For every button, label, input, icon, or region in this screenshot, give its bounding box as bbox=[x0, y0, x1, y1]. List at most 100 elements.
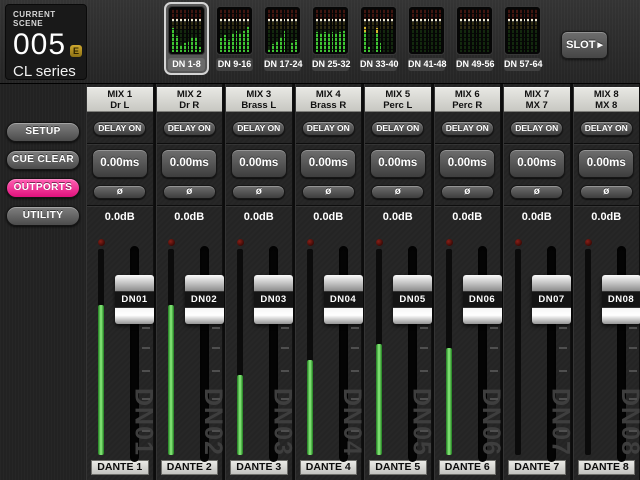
meter-bridge-tab[interactable]: DN 1-8 bbox=[164, 2, 209, 75]
meter-bridge-tab[interactable]: DN 33-40 bbox=[356, 2, 401, 75]
meter-bar bbox=[416, 9, 418, 52]
delay-on-button[interactable]: DELAY ON bbox=[510, 121, 563, 136]
slot-button-label: SLOT bbox=[566, 39, 595, 51]
tab-meter-block bbox=[504, 6, 541, 55]
fader-cap[interactable]: DN06 bbox=[463, 275, 502, 324]
meter-bridge-tab[interactable]: DN 25-32 bbox=[308, 2, 353, 75]
meter-bar bbox=[508, 9, 510, 52]
phase-button[interactable]: ø bbox=[302, 185, 355, 199]
meter-bridge-tab[interactable]: DN 9-16 bbox=[212, 2, 257, 75]
tab-meter-block bbox=[456, 6, 493, 55]
meter-bridge-tab[interactable]: DN 49-56 bbox=[452, 2, 497, 75]
peak-led-icon bbox=[515, 239, 522, 246]
tab-meter-block bbox=[360, 6, 397, 55]
fader-scale-tick bbox=[490, 398, 498, 400]
fader-cap-bottom bbox=[393, 307, 432, 324]
channel-header[interactable]: MIX 3 Brass L bbox=[226, 87, 292, 112]
channel-header[interactable]: MIX 5 Perc L bbox=[365, 87, 431, 112]
meter-bar bbox=[431, 9, 433, 52]
meter-bridge-tab[interactable]: DN 41-48 bbox=[404, 2, 449, 75]
meter-bar bbox=[335, 9, 337, 52]
fader-scale-tick bbox=[281, 370, 289, 372]
fader-level-value: 0.0dB bbox=[87, 211, 153, 224]
fader-scale-tick bbox=[420, 398, 428, 400]
sidebar-button-setup[interactable]: SETUP bbox=[6, 122, 80, 142]
channel-header[interactable]: MIX 6 Perc R bbox=[435, 87, 501, 112]
phase-button[interactable]: ø bbox=[510, 185, 563, 199]
delay-time-button[interactable]: 0.00ms bbox=[439, 149, 495, 178]
fader-scale-tick bbox=[420, 347, 428, 349]
delay-time-button[interactable]: 0.00ms bbox=[370, 149, 426, 178]
current-scene-panel[interactable]: CURRENT SCENE 005 E CL series bbox=[5, 4, 87, 80]
channel-mix-label: MIX 3 bbox=[226, 90, 292, 100]
delay-on-button[interactable]: DELAY ON bbox=[580, 121, 633, 136]
meter-bar bbox=[383, 9, 385, 52]
tab-label: DN 41-48 bbox=[408, 58, 445, 71]
tab-label: DN 1-8 bbox=[168, 58, 205, 71]
meter-bar bbox=[280, 9, 282, 52]
fader-scale-tick bbox=[351, 327, 359, 329]
meter-bar bbox=[368, 9, 370, 52]
delay-on-button[interactable]: DELAY ON bbox=[302, 121, 355, 136]
phase-button[interactable]: ø bbox=[580, 185, 633, 199]
delay-time-button[interactable]: 0.00ms bbox=[300, 149, 356, 178]
meter-bar bbox=[184, 9, 186, 52]
sidebar-button-cue-clear[interactable]: CUE CLEAR bbox=[6, 150, 80, 170]
meter-bridge-tab[interactable]: DN 57-64 bbox=[500, 2, 545, 75]
phase-button[interactable]: ø bbox=[93, 185, 146, 199]
channel-header[interactable]: MIX 4 Brass R bbox=[296, 87, 362, 112]
delay-on-button[interactable]: DELAY ON bbox=[441, 121, 494, 136]
sidebar-button-outports[interactable]: OUTPORTS bbox=[6, 178, 80, 198]
fader-cap[interactable]: DN04 bbox=[324, 275, 363, 324]
fader-cap[interactable]: DN01 bbox=[115, 275, 154, 324]
channel-header[interactable]: MIX 2 Dr R bbox=[157, 87, 223, 112]
section-divider bbox=[504, 205, 570, 206]
tab-meter-block bbox=[216, 6, 253, 55]
tab-label: DN 33-40 bbox=[360, 58, 397, 71]
meter-bar bbox=[460, 9, 462, 52]
phase-button[interactable]: ø bbox=[232, 185, 285, 199]
sidebar-button-utility[interactable]: UTILITY bbox=[6, 206, 80, 226]
phase-button[interactable]: ø bbox=[441, 185, 494, 199]
phase-button[interactable]: ø bbox=[163, 185, 216, 199]
fader-cap-label: DN01 bbox=[115, 292, 154, 307]
fader-cap[interactable]: DN02 bbox=[185, 275, 224, 324]
fader-zone: DN07 DN07 bbox=[504, 227, 570, 458]
delay-time-button[interactable]: 0.00ms bbox=[509, 149, 565, 178]
slot-button[interactable]: SLOT▶ bbox=[561, 31, 608, 59]
channel-header[interactable]: MIX 1 Dr L bbox=[87, 87, 153, 112]
meter-bar bbox=[479, 9, 481, 52]
delay-time-button[interactable]: 0.00ms bbox=[161, 149, 217, 178]
meter-bridge-tab[interactable]: DN 17-24 bbox=[260, 2, 305, 75]
fader-cap[interactable]: DN05 bbox=[393, 275, 432, 324]
fader-cap[interactable]: DN08 bbox=[602, 275, 640, 324]
delay-time-button[interactable]: 0.00ms bbox=[578, 149, 634, 178]
mixer-app: CURRENT SCENE 005 E CL series DN 1-8 DN … bbox=[0, 0, 640, 480]
delay-on-button[interactable]: DELAY ON bbox=[93, 121, 146, 136]
delay-time-button[interactable]: 0.00ms bbox=[231, 149, 287, 178]
fader-zone: DN04 DN04 bbox=[296, 227, 362, 458]
delay-on-button[interactable]: DELAY ON bbox=[232, 121, 285, 136]
channel-header[interactable]: MIX 8 MX 8 bbox=[574, 87, 640, 112]
section-divider bbox=[574, 205, 640, 206]
fader-scale-tick bbox=[559, 398, 567, 400]
channel-meter-fill bbox=[376, 344, 382, 455]
tab-label: DN 9-16 bbox=[216, 58, 253, 71]
channel-strip: MIX 5 Perc L DELAY ON 0.00ms ø 0.0dB DN0… bbox=[364, 84, 432, 480]
delay-time-button[interactable]: 0.00ms bbox=[92, 149, 148, 178]
meter-bar bbox=[472, 9, 474, 52]
phase-button[interactable]: ø bbox=[371, 185, 424, 199]
channel-header[interactable]: MIX 7 MX 7 bbox=[504, 87, 570, 112]
fader-cap-label: DN08 bbox=[602, 292, 640, 307]
channel-strip: MIX 8 MX 8 DELAY ON 0.00ms ø 0.0dB DN08 … bbox=[573, 84, 640, 480]
fader-cap[interactable]: DN03 bbox=[254, 275, 293, 324]
delay-on-button[interactable]: DELAY ON bbox=[163, 121, 216, 136]
meter-bar bbox=[191, 9, 193, 52]
fader-scale-tick bbox=[629, 398, 637, 400]
meter-bar bbox=[247, 9, 249, 52]
fader-scale-tick bbox=[559, 327, 567, 329]
fader-cap[interactable]: DN07 bbox=[532, 275, 571, 324]
delay-on-button[interactable]: DELAY ON bbox=[371, 121, 424, 136]
fader-cap-bottom bbox=[254, 307, 293, 324]
channel-meter bbox=[515, 249, 521, 455]
